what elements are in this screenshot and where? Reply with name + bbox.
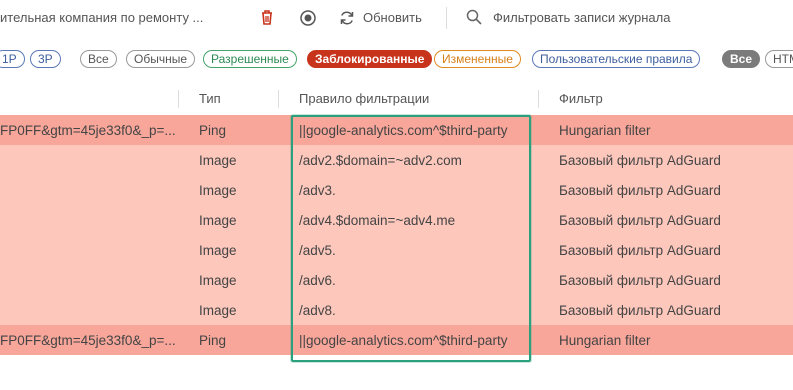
cell-url: FP0FF&gtm=45je33f0&_p=... bbox=[0, 333, 176, 348]
cell-filter: Базовый фильтр AdGuard bbox=[559, 213, 721, 228]
column-divider[interactable] bbox=[278, 90, 279, 108]
column-header-filter[interactable]: Фильтр bbox=[559, 91, 603, 106]
trash-icon[interactable] bbox=[258, 8, 276, 26]
chip-modified[interactable]: Измененные bbox=[434, 50, 521, 68]
cell-type: Image bbox=[199, 183, 237, 198]
column-divider[interactable] bbox=[178, 90, 179, 108]
column-header-type[interactable]: Тип bbox=[199, 91, 221, 106]
toolbar-divider bbox=[446, 7, 447, 29]
chip-allowed[interactable]: Разрешенные bbox=[203, 50, 297, 68]
cell-type: Ping bbox=[199, 333, 227, 348]
filter-chips: 1P 3P Все Обычные Разрешенные Заблокиров… bbox=[0, 48, 793, 74]
chip-first-party[interactable]: 1P bbox=[0, 50, 25, 68]
cell-type: Image bbox=[199, 153, 237, 168]
column-divider[interactable] bbox=[538, 90, 539, 108]
search-icon bbox=[465, 8, 483, 26]
cell-filter: Базовый фильтр AdGuard bbox=[559, 273, 721, 288]
stop-record-icon[interactable] bbox=[299, 9, 317, 27]
page-title: ительная компания по ремонту ... bbox=[0, 10, 204, 25]
filter-log-input[interactable]: Фильтровать записи журнала bbox=[493, 10, 670, 25]
chip-all[interactable]: Все bbox=[80, 50, 117, 68]
cell-filter: Базовый фильтр AdGuard bbox=[559, 153, 721, 168]
refresh-icon[interactable] bbox=[338, 9, 356, 27]
chip-third-party[interactable]: 3P bbox=[30, 50, 61, 68]
cell-filter: Базовый фильтр AdGuard bbox=[559, 183, 721, 198]
toolbar: ительная компания по ремонту ... Обновит… bbox=[0, 0, 793, 38]
chip-user-rules[interactable]: Пользовательские правила bbox=[532, 50, 701, 68]
cell-type: Image bbox=[199, 213, 237, 228]
chip-blocked[interactable]: Заблокированные bbox=[307, 50, 433, 68]
chip-html[interactable]: HTML bbox=[765, 50, 793, 68]
cell-type: Image bbox=[199, 243, 237, 258]
cell-filter: Базовый фильтр AdGuard bbox=[559, 303, 721, 318]
cell-type: Image bbox=[199, 273, 237, 288]
cell-type: Ping bbox=[199, 123, 227, 138]
cell-filter: Hungarian filter bbox=[559, 333, 651, 348]
cell-filter: Базовый фильтр AdGuard bbox=[559, 243, 721, 258]
chip-regular[interactable]: Обычные bbox=[126, 50, 196, 68]
column-header-rule[interactable]: Правило фильтрации bbox=[299, 91, 429, 106]
cell-filter: Hungarian filter bbox=[559, 123, 651, 138]
refresh-button[interactable]: Обновить bbox=[363, 10, 422, 25]
cell-url: FP0FF&gtm=45je33f0&_p=... bbox=[0, 123, 176, 138]
rule-column-highlight bbox=[291, 115, 531, 362]
table-header: Тип Правило фильтрации Фильтр bbox=[0, 83, 793, 116]
chip-all-types[interactable]: Все bbox=[722, 50, 761, 68]
cell-type: Image bbox=[199, 303, 237, 318]
